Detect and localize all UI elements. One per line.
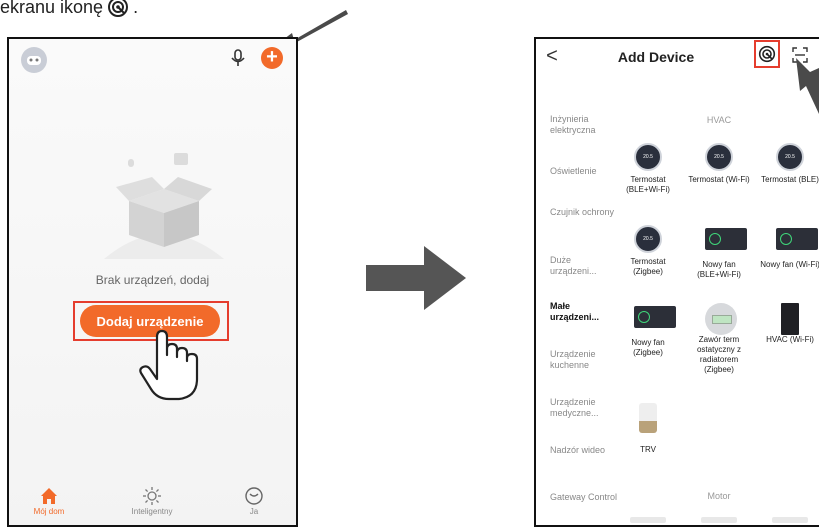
tab-label: Mój dom bbox=[33, 507, 65, 516]
device-name: HVAC (Wi-Fi) bbox=[766, 335, 814, 344]
device-name: Termostat (Zigbee) bbox=[630, 257, 666, 276]
device-tile-partial bbox=[701, 517, 737, 523]
sun-icon bbox=[112, 485, 192, 507]
page-title: Add Device bbox=[617, 49, 695, 65]
device-tile[interactable]: Zawór term ostatyczny z radiatorem (Zigb… bbox=[687, 303, 751, 375]
caption-suffix: . bbox=[133, 0, 139, 17]
device-name: Nowy fan (BLE+Wi-Fi) bbox=[697, 260, 741, 279]
category-label: Nadzór wideo bbox=[550, 445, 606, 455]
fan-panel-image bbox=[705, 228, 747, 250]
tab-home[interactable]: Mój dom bbox=[9, 485, 89, 516]
bottom-tab-bar: Mój dom Inteligentny Ja bbox=[9, 483, 296, 525]
device-tile[interactable]: Nowy fan (Zigbee) bbox=[616, 303, 680, 358]
thermostat-image: 20.5 bbox=[634, 225, 662, 253]
category-item[interactable]: Duże urządzeni... bbox=[550, 255, 618, 277]
device-tile[interactable]: HVAC (Wi-Fi) bbox=[758, 303, 819, 345]
category-label: Czujnik ochrony bbox=[550, 207, 615, 217]
device-name: Nowy fan (Zigbee) bbox=[631, 338, 665, 357]
section-header-motor: Motor bbox=[707, 491, 731, 501]
category-label: Inżynieria elektryczna bbox=[550, 114, 596, 135]
device-name: TRV bbox=[640, 445, 656, 454]
category-item[interactable]: Czujnik ochrony bbox=[550, 207, 618, 218]
empty-state-text: Brak urządzeń, dodaj bbox=[95, 273, 210, 287]
instruction-caption: ekranu ikonę . bbox=[0, 0, 138, 18]
category-item[interactable]: Urządzenie medyczne... bbox=[550, 397, 618, 419]
category-label: Urządzenie medyczne... bbox=[550, 397, 599, 418]
transition-arrow-icon bbox=[366, 246, 466, 310]
device-tile[interactable]: 20.5 Termostat (Zigbee) bbox=[616, 225, 680, 277]
thermostat-image: 20.5 bbox=[705, 143, 733, 171]
caption-text: ekranu ikonę bbox=[0, 0, 104, 17]
phone-add-device-screen: < Add Device Inżynieria elektryczna Oświ… bbox=[534, 37, 819, 527]
add-device-plus-button[interactable]: + bbox=[261, 47, 283, 69]
fan-panel-image bbox=[634, 306, 676, 328]
category-item[interactable]: Oświetlenie bbox=[550, 166, 618, 177]
device-name: Termostat (BLE+Wi-Fi) bbox=[626, 175, 670, 194]
thermostat-image: 20.5 bbox=[776, 143, 804, 171]
device-tile[interactable]: Nowy fan (BLE+Wi-Fi) bbox=[687, 225, 751, 280]
tab-label: Inteligentny bbox=[131, 507, 173, 516]
category-label: Małe urządzeni... bbox=[550, 301, 600, 322]
pointer-arrow-icon bbox=[796, 58, 819, 114]
thermostat-image: 20.5 bbox=[634, 143, 662, 171]
category-label: Duże urządzeni... bbox=[550, 255, 597, 276]
category-item[interactable]: Nadzór wideo bbox=[550, 445, 618, 456]
scan-icon bbox=[107, 0, 129, 18]
device-tile-partial bbox=[630, 517, 666, 523]
trv-image bbox=[639, 403, 657, 433]
tab-me[interactable]: Ja bbox=[214, 485, 294, 516]
phone-home-screen: + Brak urządzeń, dodaj Dodaj urządzenie … bbox=[7, 37, 298, 527]
device-name: Nowy fan (Wi-Fi) bbox=[760, 260, 819, 269]
valve-image bbox=[705, 303, 737, 335]
device-name: Termostat (BLE) bbox=[761, 175, 819, 184]
profile-icon bbox=[214, 485, 294, 507]
category-item[interactable]: Inżynieria elektryczna bbox=[550, 114, 618, 136]
tab-smart[interactable]: Inteligentny bbox=[112, 485, 192, 516]
tap-hand-icon bbox=[137, 329, 207, 401]
device-tile[interactable]: 20.5 Termostat (BLE) bbox=[758, 143, 819, 185]
tab-label: Ja bbox=[249, 507, 259, 516]
avatar[interactable] bbox=[21, 47, 47, 73]
microphone-icon[interactable] bbox=[227, 47, 249, 69]
device-tile[interactable]: 20.5 Termostat (Wi-Fi) bbox=[687, 143, 751, 185]
category-item[interactable]: Urządzenie kuchenne bbox=[550, 349, 618, 371]
category-label: Oświetlenie bbox=[550, 166, 597, 176]
device-tile-partial bbox=[772, 517, 808, 523]
device-tile[interactable]: 20.5 Termostat (BLE+Wi-Fi) bbox=[616, 143, 680, 195]
category-item[interactable]: Gateway Control bbox=[550, 492, 618, 503]
category-item-active[interactable]: Małe urządzeni... bbox=[550, 301, 618, 323]
empty-box-illustration bbox=[104, 149, 224, 269]
device-name: Zawór term ostatyczny z radiatorem (Zigb… bbox=[696, 335, 741, 374]
device-tile[interactable]: Nowy fan (Wi-Fi) bbox=[758, 225, 819, 270]
home-icon bbox=[9, 485, 89, 507]
section-header-hvac: HVAC bbox=[706, 115, 732, 125]
hvac-unit-image bbox=[781, 303, 799, 335]
category-label: Gateway Control bbox=[550, 492, 618, 502]
device-name: Termostat (Wi-Fi) bbox=[688, 175, 750, 184]
fan-panel-image bbox=[776, 228, 818, 250]
category-label: Urządzenie kuchenne bbox=[550, 349, 596, 370]
device-tile[interactable]: TRV bbox=[616, 403, 680, 455]
scan-icon[interactable] bbox=[758, 45, 776, 63]
